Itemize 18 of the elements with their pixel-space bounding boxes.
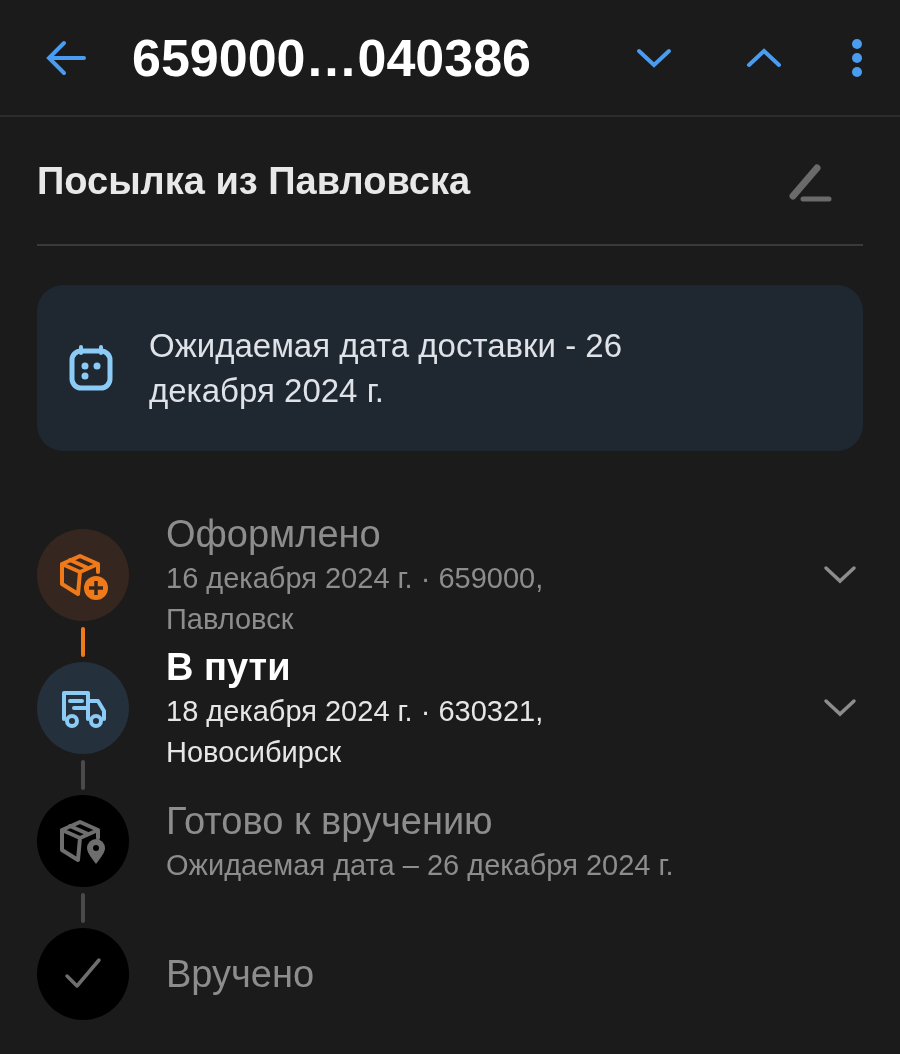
expected-delivery-text: Ожидаемая дата доставки - 26 декабря 2024 г. — [149, 326, 623, 411]
step-title: Вручено — [166, 952, 316, 997]
step-details: 18 декабря 2024 г. · 630321, Новосибирск — [166, 694, 545, 770]
chevron-down-icon — [823, 565, 857, 585]
step-title: В пути — [166, 645, 292, 690]
chevron-up-icon — [746, 46, 782, 69]
step-details: 16 декабря 2024 г. · 659000, Павловск — [166, 561, 545, 637]
calendar-icon — [69, 345, 113, 391]
pencil-icon — [789, 161, 833, 202]
step-title: Готово к вручению — [166, 798, 494, 844]
chevron-down-icon — [823, 698, 857, 718]
more-icon — [850, 37, 864, 78]
back-arrow-icon — [46, 39, 86, 76]
parcel-name: Посылка из Павловска — [37, 160, 471, 203]
chevron-down-icon — [636, 46, 672, 69]
step-title: Оформлено — [166, 512, 382, 557]
step-details: Ожидаемая дата – 26 декабря 2024 г. — [166, 847, 675, 883]
tracking-number-title: 659000…040386 — [132, 27, 533, 88]
